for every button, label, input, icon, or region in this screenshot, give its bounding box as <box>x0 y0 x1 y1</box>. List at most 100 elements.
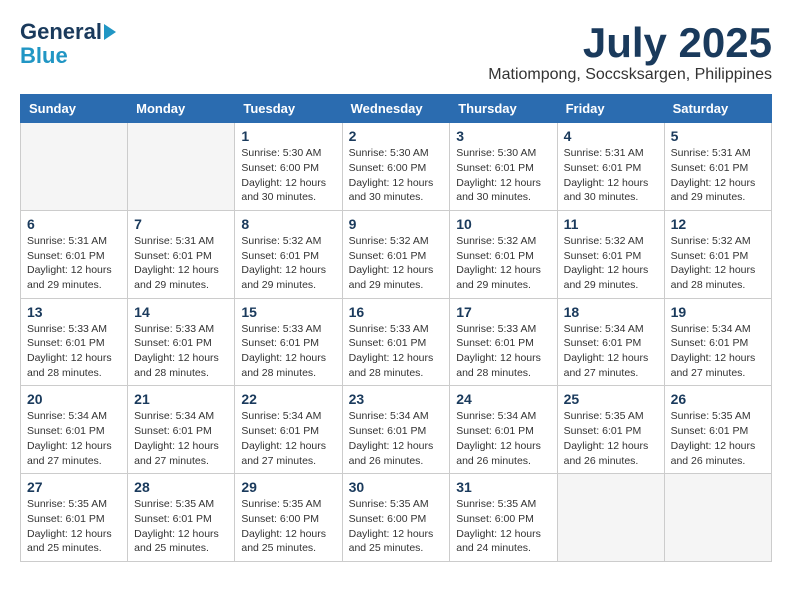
header-wednesday: Wednesday <box>342 95 450 123</box>
day-number: 2 <box>349 128 444 144</box>
table-row: 19 Sunrise: 5:34 AM Sunset: 6:01 PM Dayli… <box>664 298 771 386</box>
table-row: 18 Sunrise: 5:34 AM Sunset: 6:01 PM Dayli… <box>557 298 664 386</box>
day-info: Sunrise: 5:32 AM Sunset: 6:01 PM Dayligh… <box>241 234 335 293</box>
day-number: 5 <box>671 128 765 144</box>
table-row: 16 Sunrise: 5:33 AM Sunset: 6:01 PM Dayli… <box>342 298 450 386</box>
day-info: Sunrise: 5:34 AM Sunset: 6:01 PM Dayligh… <box>564 322 658 381</box>
table-row <box>557 474 664 562</box>
day-number: 19 <box>671 304 765 320</box>
table-row: 5 Sunrise: 5:31 AM Sunset: 6:01 PM Daylig… <box>664 123 771 211</box>
day-number: 12 <box>671 216 765 232</box>
logo-arrow-icon <box>104 24 116 40</box>
header-friday: Friday <box>557 95 664 123</box>
table-row: 20 Sunrise: 5:34 AM Sunset: 6:01 PM Dayli… <box>21 386 128 474</box>
table-row: 15 Sunrise: 5:33 AM Sunset: 6:01 PM Dayli… <box>235 298 342 386</box>
table-row: 22Sunrise: 5:34 AM Sunset: 6:01 PM Dayli… <box>235 386 342 474</box>
day-number: 23 <box>349 391 444 407</box>
day-info: Sunrise: 5:31 AM Sunset: 6:01 PM Dayligh… <box>671 146 765 205</box>
day-info: Sunrise: 5:33 AM Sunset: 6:01 PM Dayligh… <box>456 322 550 381</box>
calendar-week-row: 13 Sunrise: 5:33 AM Sunset: 6:01 PM Dayli… <box>21 298 772 386</box>
table-row: 1 Sunrise: 5:30 AM Sunset: 6:00 PM Daylig… <box>235 123 342 211</box>
day-number: 1 <box>241 128 335 144</box>
table-row: 26 Sunrise: 5:35 AM Sunset: 6:01 PM Dayli… <box>664 386 771 474</box>
location-title: Matiompong, Soccsksargen, Philippines <box>488 66 772 84</box>
calendar-week-row: 1 Sunrise: 5:30 AM Sunset: 6:00 PM Daylig… <box>21 123 772 211</box>
day-info: Sunrise: 5:33 AM Sunset: 6:01 PM Dayligh… <box>241 322 335 381</box>
day-number: 8 <box>241 216 335 232</box>
page-header: General Blue July 2025 Matiompong, Soccs… <box>20 20 772 84</box>
calendar-table: Sunday Monday Tuesday Wednesday Thursday… <box>20 94 772 562</box>
day-info: Sunrise: 5:34 AM Sunset: 6:01 PM Dayligh… <box>134 409 228 468</box>
day-info: Sunrise: 5:32 AM Sunset: 6:01 PM Dayligh… <box>671 234 765 293</box>
day-number: 25 <box>564 391 658 407</box>
day-number: 11 <box>564 216 658 232</box>
day-info: Sunrise: 5:32 AM Sunset: 6:01 PM Dayligh… <box>456 234 550 293</box>
table-row: 7Sunrise: 5:31 AM Sunset: 6:01 PM Daylig… <box>128 210 235 298</box>
table-row: 25 Sunrise: 5:35 AM Sunset: 6:01 PM Dayli… <box>557 386 664 474</box>
table-row: 27 Sunrise: 5:35 AM Sunset: 6:01 PM Dayli… <box>21 474 128 562</box>
table-row <box>128 123 235 211</box>
day-info: Sunrise: 5:34 AM Sunset: 6:01 PM Dayligh… <box>349 409 444 468</box>
table-row: 8 Sunrise: 5:32 AM Sunset: 6:01 PM Daylig… <box>235 210 342 298</box>
day-number: 21 <box>134 391 228 407</box>
day-info: Sunrise: 5:32 AM Sunset: 6:01 PM Dayligh… <box>564 234 658 293</box>
day-number: 4 <box>564 128 658 144</box>
day-number: 15 <box>241 304 335 320</box>
day-number: 29 <box>241 479 335 495</box>
day-info: Sunrise: 5:30 AM Sunset: 6:00 PM Dayligh… <box>241 146 335 205</box>
day-info: Sunrise: 5:30 AM Sunset: 6:01 PM Dayligh… <box>456 146 550 205</box>
day-info: Sunrise: 5:35 AM Sunset: 6:00 PM Dayligh… <box>456 497 550 556</box>
day-info: Sunrise: 5:34 AM Sunset: 6:01 PM Dayligh… <box>456 409 550 468</box>
day-info: Sunrise: 5:34 AM Sunset: 6:01 PM Dayligh… <box>241 409 335 468</box>
day-number: 26 <box>671 391 765 407</box>
day-info: Sunrise: 5:32 AM Sunset: 6:01 PM Dayligh… <box>349 234 444 293</box>
header-tuesday: Tuesday <box>235 95 342 123</box>
table-row: 14Sunrise: 5:33 AM Sunset: 6:01 PM Dayli… <box>128 298 235 386</box>
table-row: 29Sunrise: 5:35 AM Sunset: 6:00 PM Dayli… <box>235 474 342 562</box>
day-number: 6 <box>27 216 121 232</box>
title-section: July 2025 Matiompong, Soccsksargen, Phil… <box>488 20 772 84</box>
table-row: 30Sunrise: 5:35 AM Sunset: 6:00 PM Dayli… <box>342 474 450 562</box>
day-number: 17 <box>456 304 550 320</box>
day-info: Sunrise: 5:33 AM Sunset: 6:01 PM Dayligh… <box>349 322 444 381</box>
header-saturday: Saturday <box>664 95 771 123</box>
day-number: 24 <box>456 391 550 407</box>
day-info: Sunrise: 5:31 AM Sunset: 6:01 PM Dayligh… <box>134 234 228 293</box>
table-row: 28 Sunrise: 5:35 AM Sunset: 6:01 PM Dayli… <box>128 474 235 562</box>
day-info: Sunrise: 5:35 AM Sunset: 6:01 PM Dayligh… <box>27 497 121 556</box>
day-info: Sunrise: 5:33 AM Sunset: 6:01 PM Dayligh… <box>27 322 121 381</box>
table-row: 17 Sunrise: 5:33 AM Sunset: 6:01 PM Dayli… <box>450 298 557 386</box>
day-number: 31 <box>456 479 550 495</box>
table-row: 23 Sunrise: 5:34 AM Sunset: 6:01 PM Dayli… <box>342 386 450 474</box>
day-info: Sunrise: 5:35 AM Sunset: 6:01 PM Dayligh… <box>564 409 658 468</box>
day-number: 14 <box>134 304 228 320</box>
day-number: 13 <box>27 304 121 320</box>
day-number: 9 <box>349 216 444 232</box>
month-title: July 2025 <box>488 20 772 66</box>
table-row: 2 Sunrise: 5:30 AM Sunset: 6:00 PM Daylig… <box>342 123 450 211</box>
day-info: Sunrise: 5:30 AM Sunset: 6:00 PM Dayligh… <box>349 146 444 205</box>
table-row: 11 Sunrise: 5:32 AM Sunset: 6:01 PM Dayli… <box>557 210 664 298</box>
day-number: 20 <box>27 391 121 407</box>
table-row: 10Sunrise: 5:32 AM Sunset: 6:01 PM Dayli… <box>450 210 557 298</box>
day-number: 3 <box>456 128 550 144</box>
table-row: 9 Sunrise: 5:32 AM Sunset: 6:01 PM Daylig… <box>342 210 450 298</box>
day-number: 16 <box>349 304 444 320</box>
day-number: 28 <box>134 479 228 495</box>
day-info: Sunrise: 5:31 AM Sunset: 6:01 PM Dayligh… <box>27 234 121 293</box>
header-sunday: Sunday <box>21 95 128 123</box>
day-info: Sunrise: 5:35 AM Sunset: 6:01 PM Dayligh… <box>671 409 765 468</box>
table-row: 6 Sunrise: 5:31 AM Sunset: 6:01 PM Daylig… <box>21 210 128 298</box>
day-info: Sunrise: 5:34 AM Sunset: 6:01 PM Dayligh… <box>671 322 765 381</box>
day-number: 27 <box>27 479 121 495</box>
day-number: 18 <box>564 304 658 320</box>
table-row: 12 Sunrise: 5:32 AM Sunset: 6:01 PM Dayli… <box>664 210 771 298</box>
weekday-header-row: Sunday Monday Tuesday Wednesday Thursday… <box>21 95 772 123</box>
day-info: Sunrise: 5:31 AM Sunset: 6:01 PM Dayligh… <box>564 146 658 205</box>
day-info: Sunrise: 5:34 AM Sunset: 6:01 PM Dayligh… <box>27 409 121 468</box>
day-info: Sunrise: 5:35 AM Sunset: 6:01 PM Dayligh… <box>134 497 228 556</box>
logo-text-general: General <box>20 20 102 44</box>
table-row: 13 Sunrise: 5:33 AM Sunset: 6:01 PM Dayli… <box>21 298 128 386</box>
logo: General Blue <box>20 20 116 68</box>
header-monday: Monday <box>128 95 235 123</box>
